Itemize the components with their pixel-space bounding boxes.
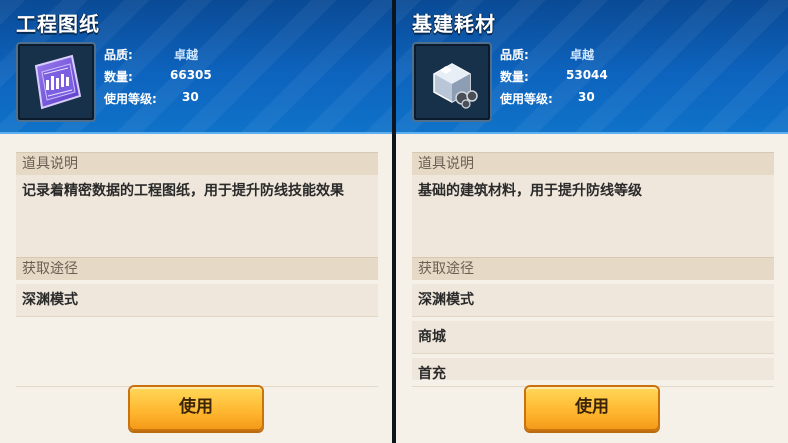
item-title: 基建耗材 bbox=[412, 12, 496, 36]
description-header: 道具说明 bbox=[16, 152, 378, 175]
source-header: 获取途径 bbox=[412, 257, 774, 280]
item-header: 基建耗材 品质: 卓越 数量: 53044 使用等级: 30 bbox=[396, 0, 788, 134]
item-panel-right: 基建耗材 品质: 卓越 数量: 53044 使用等级: 30 道具说明 基础的建… bbox=[396, 0, 788, 443]
item-body: 道具说明 基础的建筑材料，用于提升防线等级 获取途径 深渊模式 商城 首充 bbox=[412, 152, 774, 387]
description-header: 道具说明 bbox=[412, 152, 774, 175]
quality-value: 卓越 bbox=[174, 48, 199, 62]
blueprint-icon bbox=[34, 54, 82, 110]
item-panel-left: 工程图纸 品质: 卓越 数量: 66305 使用等级: 30 道具说明 记录着精… bbox=[0, 0, 392, 443]
quality-label: 品质: bbox=[500, 48, 529, 62]
item-header: 工程图纸 品质: 卓越 数量: 66305 使用等级: 30 bbox=[0, 0, 392, 134]
item-title: 工程图纸 bbox=[16, 12, 100, 36]
source-item-abyss[interactable]: 深渊模式 bbox=[16, 284, 378, 317]
item-description: 基础的建筑材料，用于提升防线等级 bbox=[412, 175, 774, 257]
level-label: 使用等级: bbox=[500, 92, 553, 106]
quality-label: 品质: bbox=[104, 48, 133, 62]
quality-value: 卓越 bbox=[570, 48, 595, 62]
quantity-value: 53044 bbox=[566, 68, 608, 82]
quantity-label: 数量: bbox=[500, 70, 529, 84]
use-button[interactable]: 使用 bbox=[128, 385, 264, 431]
item-icon-frame bbox=[412, 42, 492, 122]
item-detail-screen: 工程图纸 品质: 卓越 数量: 66305 使用等级: 30 道具说明 记录着精… bbox=[0, 0, 788, 443]
item-description: 记录着精密数据的工程图纸，用于提升防线技能效果 bbox=[16, 175, 378, 257]
quantity-value: 66305 bbox=[170, 68, 212, 82]
source-item-first-recharge[interactable]: 首充 bbox=[412, 358, 774, 380]
construction-material-icon bbox=[433, 63, 478, 109]
source-list[interactable]: 深渊模式 商城 首充 bbox=[412, 280, 774, 380]
source-item-abyss[interactable]: 深渊模式 bbox=[412, 284, 774, 317]
source-item-shop[interactable]: 商城 bbox=[412, 321, 774, 354]
source-list[interactable]: 深渊模式 bbox=[16, 280, 378, 380]
level-label: 使用等级: bbox=[104, 92, 157, 106]
source-header: 获取途径 bbox=[16, 257, 378, 280]
item-body: 道具说明 记录着精密数据的工程图纸，用于提升防线技能效果 获取途径 深渊模式 bbox=[16, 152, 378, 387]
level-value: 30 bbox=[182, 90, 199, 104]
quantity-label: 数量: bbox=[104, 70, 133, 84]
use-button[interactable]: 使用 bbox=[524, 385, 660, 431]
level-value: 30 bbox=[578, 90, 595, 104]
item-icon-frame bbox=[16, 42, 96, 122]
